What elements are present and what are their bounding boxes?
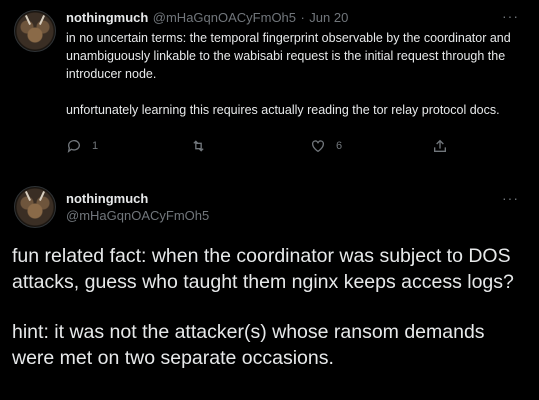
like-button[interactable]: 6 <box>310 138 342 154</box>
author-name[interactable]: nothingmuch <box>66 191 148 206</box>
tweet-1[interactable]: nothingmuch @mHaGqnOACyFmOh5 · Jun 20 ··… <box>0 0 539 180</box>
tweet-2[interactable]: nothingmuch @mHaGqnOACyFmOh5 ··· fun rel… <box>0 180 539 400</box>
reply-button[interactable]: 1 <box>66 138 98 154</box>
tweet-paragraph-1: fun related fact: when the coordinator w… <box>12 245 517 293</box>
tweet-text: fun related fact: when the coordinator w… <box>12 243 527 371</box>
like-icon <box>310 138 326 154</box>
reply-count: 1 <box>92 140 99 152</box>
like-count: 6 <box>336 140 343 152</box>
author-handle[interactable]: @mHaGqnOACyFmOh5 <box>66 208 209 223</box>
tweet-paragraph-2: hint: it was not the attacker(s) whose r… <box>12 321 490 369</box>
tweet-paragraph-2: unfortunately learning this requires act… <box>66 103 500 117</box>
more-icon[interactable]: ··· <box>502 8 519 24</box>
share-icon <box>432 138 448 154</box>
author-name[interactable]: nothingmuch <box>66 10 148 25</box>
avatar[interactable] <box>14 10 56 52</box>
author-handle[interactable]: @mHaGqnOACyFmOh5 <box>153 10 296 25</box>
tweet-paragraph-1: in no uncertain terms: the temporal fing… <box>66 31 515 81</box>
tweet-header: nothingmuch @mHaGqnOACyFmOh5 · Jun 20 <box>66 9 348 27</box>
tweet-date[interactable]: Jun 20 <box>309 10 348 25</box>
more-icon[interactable]: ··· <box>502 190 519 206</box>
share-button[interactable] <box>432 138 448 154</box>
retweet-icon <box>190 138 207 154</box>
retweet-button[interactable] <box>190 138 207 154</box>
tweet-text: in no uncertain terms: the temporal fing… <box>66 29 516 119</box>
avatar[interactable] <box>14 186 56 228</box>
separator-dot: · <box>300 10 305 25</box>
reply-icon <box>66 138 82 154</box>
